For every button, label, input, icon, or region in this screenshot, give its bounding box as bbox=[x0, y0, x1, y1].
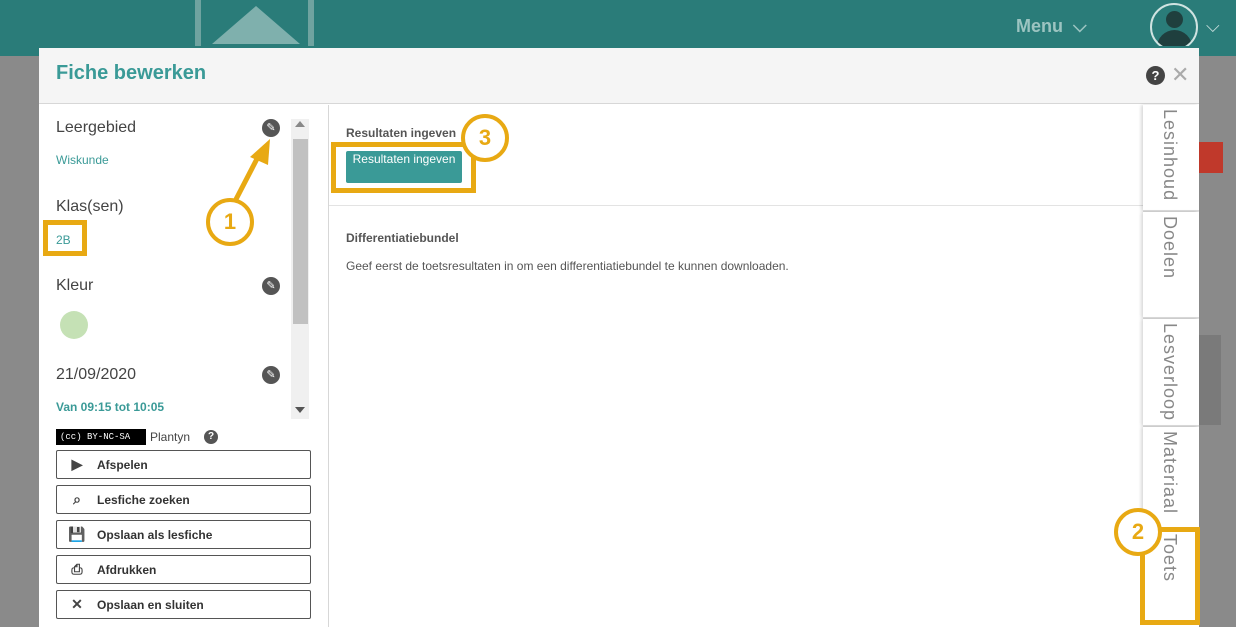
scroll-up-icon[interactable] bbox=[295, 121, 305, 127]
license-help-icon[interactable]: ? bbox=[204, 430, 219, 444]
tab-doelen[interactable]: Doelen bbox=[1143, 212, 1199, 318]
wrench-icon[interactable]: ✎ bbox=[262, 366, 280, 384]
tab-label: Doelen bbox=[1160, 216, 1180, 280]
close-icon[interactable]: ✕ bbox=[1171, 62, 1189, 88]
color-swatch[interactable] bbox=[60, 311, 88, 339]
avatar-head-icon bbox=[1166, 11, 1183, 28]
close-icon: ✕ bbox=[71, 596, 83, 612]
save-arrow-icon: 💾 bbox=[68, 526, 86, 542]
print-icon: ⎙ bbox=[71, 561, 83, 577]
play-label: Afspelen bbox=[97, 457, 148, 472]
marker-1: 1 bbox=[206, 198, 254, 246]
menu-label: Menu bbox=[1016, 16, 1063, 36]
leergebied-value[interactable]: Wiskunde bbox=[56, 153, 109, 167]
avatar-chevron-icon[interactable]: ⌵ bbox=[1206, 16, 1220, 37]
scroll-thumb[interactable] bbox=[293, 139, 308, 324]
date-label: 21/09/2020 bbox=[56, 366, 137, 383]
tab-lesverloop[interactable]: Lesverloop bbox=[1143, 319, 1199, 426]
tab-lesinhoud[interactable]: Lesinhoud bbox=[1143, 105, 1199, 211]
license-owner: Plantyn bbox=[150, 430, 191, 444]
cc-license-icon: (cc) BY-NC-SA bbox=[56, 429, 146, 445]
search-sheet-button[interactable]: ⌕ Lesfiche zoeken bbox=[56, 485, 311, 514]
save-as-sheet-label: Opslaan als lesfiche bbox=[97, 527, 213, 542]
play-icon: ▶ bbox=[71, 456, 83, 472]
section-divider bbox=[329, 205, 1143, 206]
tab-label: Lesverloop bbox=[1160, 323, 1180, 422]
differentiation-text: Geef eerst de toetsresultaten in om een … bbox=[346, 259, 789, 273]
kleur-label: Kleur bbox=[56, 277, 94, 294]
modal-title: Fiche bewerken bbox=[56, 62, 207, 84]
wrench-icon[interactable]: ✎ bbox=[262, 277, 280, 295]
klas-label: Klas(sen) bbox=[56, 198, 124, 215]
background-panel bbox=[1199, 335, 1221, 425]
save-and-close-label: Opslaan en sluiten bbox=[97, 597, 204, 612]
modal-header: Fiche bewerken ? ✕ bbox=[39, 48, 1199, 104]
scroll-down-icon[interactable] bbox=[295, 407, 305, 413]
search-sheet-label: Lesfiche zoeken bbox=[97, 492, 190, 507]
edit-sheet-modal: Fiche bewerken ? ✕ Leergebied ✎ Wiskunde… bbox=[39, 46, 1199, 627]
sidebar-scrollbar[interactable] bbox=[291, 119, 309, 419]
menu-button[interactable]: Menu ⌵ bbox=[1016, 16, 1087, 37]
tab-label: Lesinhoud bbox=[1160, 109, 1180, 202]
search-document-icon: ⌕ bbox=[73, 491, 81, 507]
license-row: (cc) BY-NC-SA Plantyn ? bbox=[56, 429, 219, 445]
print-label: Afdrukken bbox=[97, 562, 157, 577]
avatar[interactable] bbox=[1150, 3, 1198, 51]
marker-2: 2 bbox=[1114, 508, 1162, 556]
leergebied-label: Leergebied bbox=[56, 119, 137, 136]
play-button[interactable]: ▶ Afspelen bbox=[56, 450, 311, 479]
chevron-down-icon: ⌵ bbox=[1073, 16, 1087, 36]
sheet-sidebar: Leergebied ✎ Wiskunde Klas(sen) 2B Kleur… bbox=[39, 105, 329, 627]
highlight-results-button bbox=[331, 142, 476, 193]
highlight-klas bbox=[43, 220, 87, 256]
tab-label: Materiaal bbox=[1160, 431, 1180, 515]
differentiation-title: Differentiatiebundel bbox=[346, 231, 459, 245]
time-value: Van 09:15 tot 10:05 bbox=[56, 400, 165, 414]
marker-3: 3 bbox=[461, 114, 509, 162]
logo-shape-icon bbox=[212, 6, 300, 44]
print-button[interactable]: ⎙ Afdrukken bbox=[56, 555, 311, 584]
help-icon[interactable]: ? bbox=[1146, 66, 1165, 85]
save-and-close-button[interactable]: ✕ Opslaan en sluiten bbox=[56, 590, 311, 619]
results-section-title: Resultaten ingeven bbox=[346, 126, 457, 140]
background-red-bar bbox=[1199, 142, 1223, 173]
save-as-sheet-button[interactable]: 💾 Opslaan als lesfiche bbox=[56, 520, 311, 549]
